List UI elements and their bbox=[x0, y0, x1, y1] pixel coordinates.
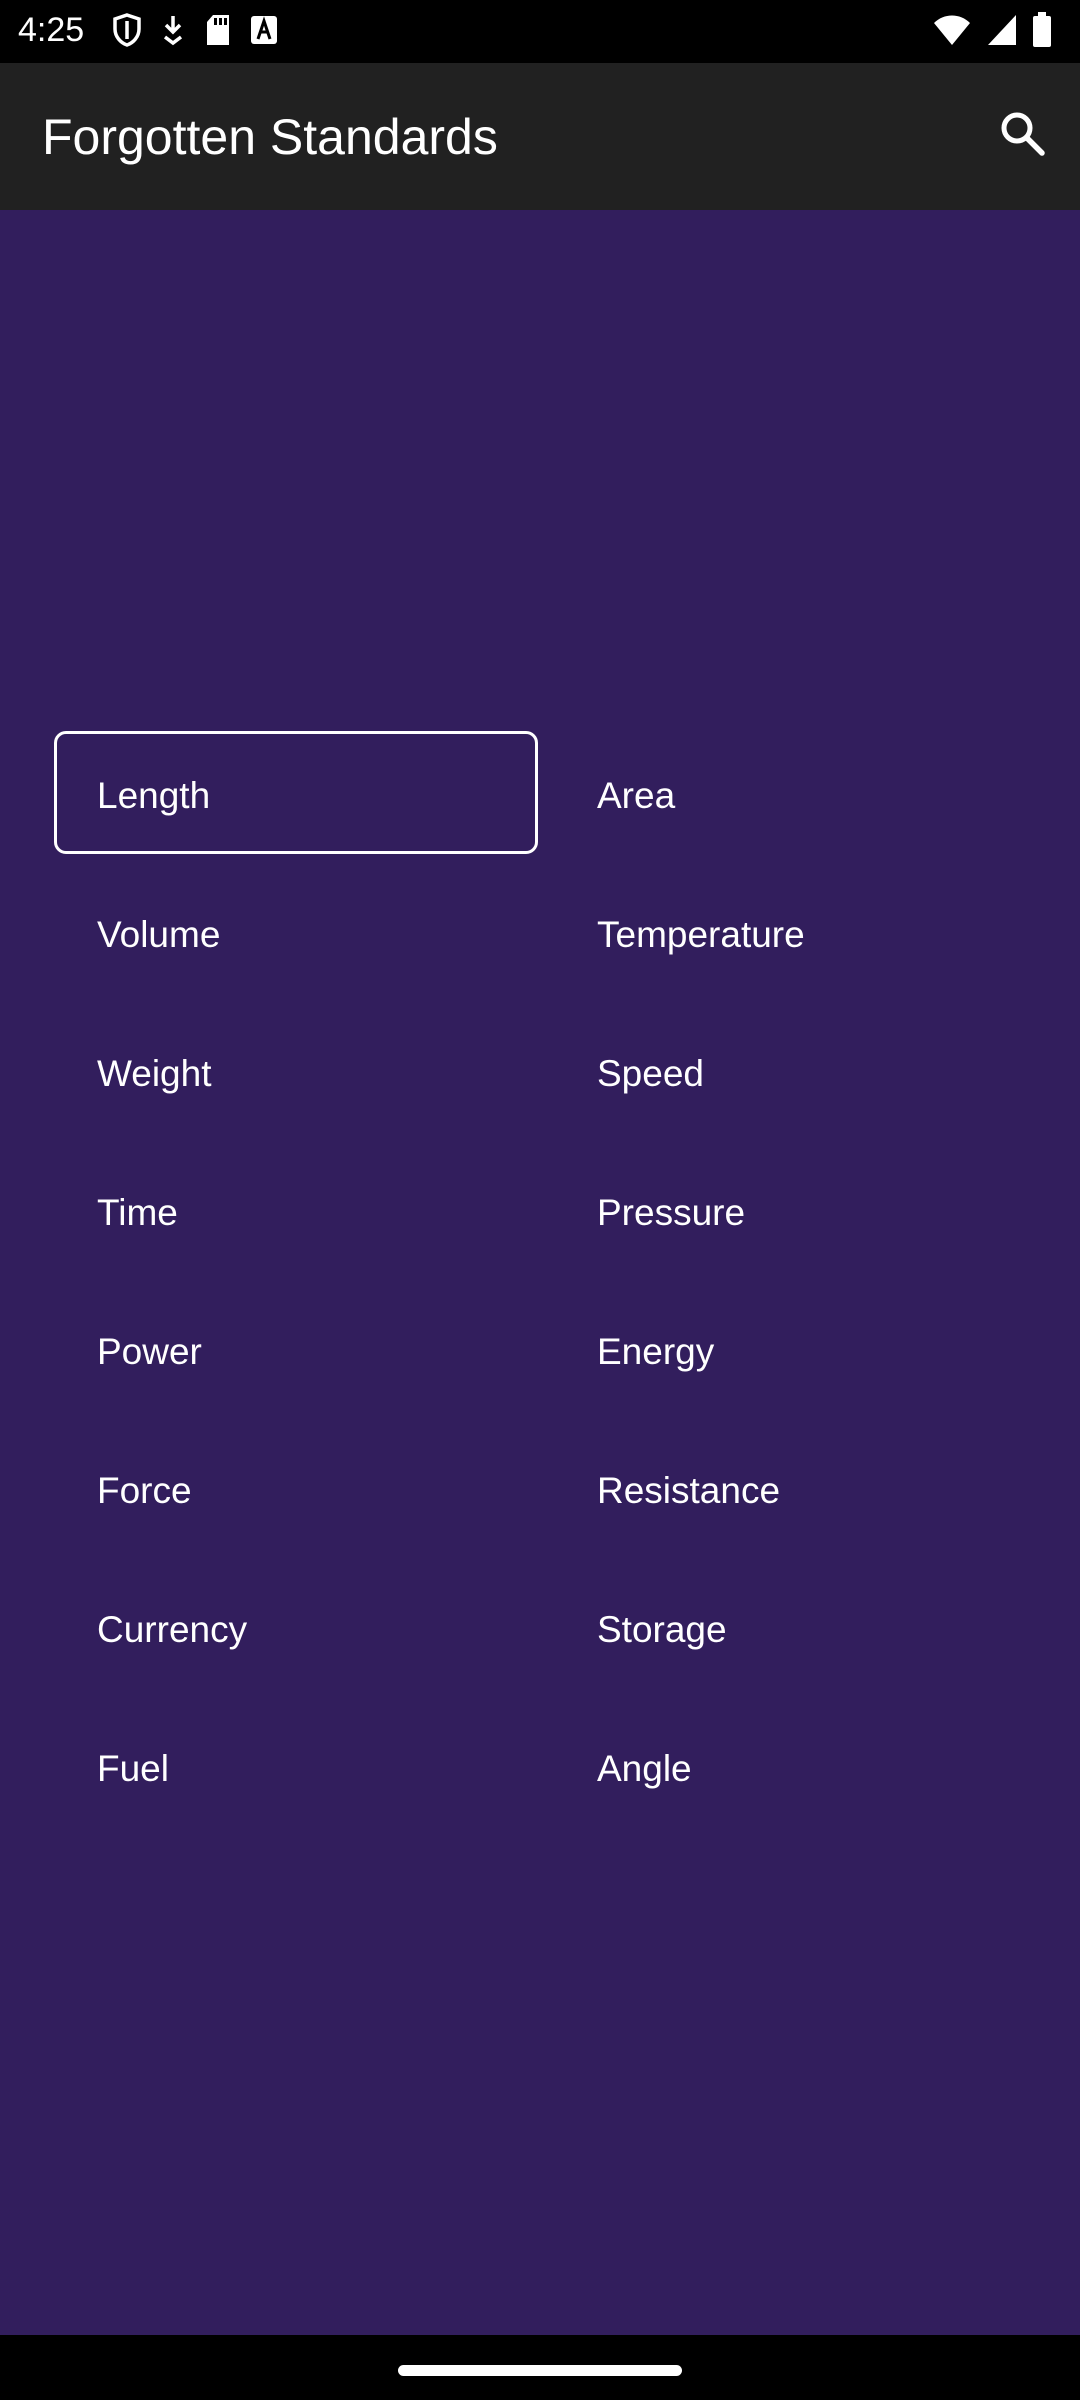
status-time: 4:25 bbox=[18, 11, 85, 49]
unit-category-label: Angle bbox=[597, 1748, 692, 1789]
unit-category-label: Currency bbox=[97, 1609, 248, 1650]
unit-category-weight[interactable]: Weight bbox=[54, 1009, 538, 1132]
unit-category-label: Time bbox=[97, 1192, 178, 1233]
unit-category-force[interactable]: Force bbox=[54, 1426, 538, 1549]
unit-category-label: Area bbox=[597, 775, 676, 816]
unit-category-temperature[interactable]: Temperature bbox=[554, 870, 1038, 993]
unit-category-label: Volume bbox=[97, 914, 221, 955]
unit-category-label: Fuel bbox=[97, 1748, 169, 1789]
unit-category-label: Weight bbox=[97, 1053, 212, 1094]
download-icon bbox=[160, 13, 186, 47]
sd-card-icon bbox=[204, 13, 232, 47]
text-a-icon bbox=[250, 15, 278, 45]
unit-category-area[interactable]: Area bbox=[554, 731, 1038, 854]
unit-category-label: Storage bbox=[597, 1609, 727, 1650]
unit-category-pressure[interactable]: Pressure bbox=[554, 1148, 1038, 1271]
unit-category-screen: Length Area Volume Temperature Weight Sp… bbox=[0, 210, 1080, 2335]
unit-category-speed[interactable]: Speed bbox=[554, 1009, 1038, 1132]
navigation-bar bbox=[0, 2335, 1080, 2400]
unit-category-time[interactable]: Time bbox=[54, 1148, 538, 1271]
unit-category-angle[interactable]: Angle bbox=[554, 1704, 1038, 1827]
unit-category-label: Pressure bbox=[597, 1192, 746, 1233]
signal-icon bbox=[986, 13, 1018, 47]
unit-category-currency[interactable]: Currency bbox=[54, 1565, 538, 1688]
status-system-icons bbox=[932, 10, 1052, 50]
unit-category-label: Energy bbox=[597, 1331, 715, 1372]
unit-category-volume[interactable]: Volume bbox=[54, 870, 538, 993]
shield-icon bbox=[112, 13, 142, 47]
unit-category-label: Length bbox=[97, 775, 211, 816]
app-bar: Forgotten Standards bbox=[0, 63, 1080, 210]
battery-icon bbox=[1032, 12, 1052, 48]
unit-category-label: Speed bbox=[597, 1053, 704, 1094]
unit-category-label: Temperature bbox=[597, 914, 805, 955]
app-title: Forgotten Standards bbox=[42, 109, 498, 165]
unit-category-power[interactable]: Power bbox=[54, 1287, 538, 1410]
home-gesture-handle[interactable] bbox=[398, 2365, 682, 2376]
unit-category-label: Resistance bbox=[597, 1470, 781, 1511]
unit-category-label: Power bbox=[97, 1331, 202, 1372]
unit-category-storage[interactable]: Storage bbox=[554, 1565, 1038, 1688]
search-button[interactable] bbox=[984, 97, 1060, 173]
wifi-icon bbox=[932, 13, 972, 47]
unit-category-length[interactable]: Length bbox=[54, 731, 538, 854]
status-bar: 4:25 bbox=[0, 0, 1080, 63]
unit-category-fuel[interactable]: Fuel bbox=[54, 1704, 538, 1827]
status-notification-icons bbox=[112, 10, 278, 50]
unit-category-resistance[interactable]: Resistance bbox=[554, 1426, 1038, 1549]
unit-category-energy[interactable]: Energy bbox=[554, 1287, 1038, 1410]
search-icon bbox=[997, 108, 1047, 163]
unit-category-label: Force bbox=[97, 1470, 192, 1511]
